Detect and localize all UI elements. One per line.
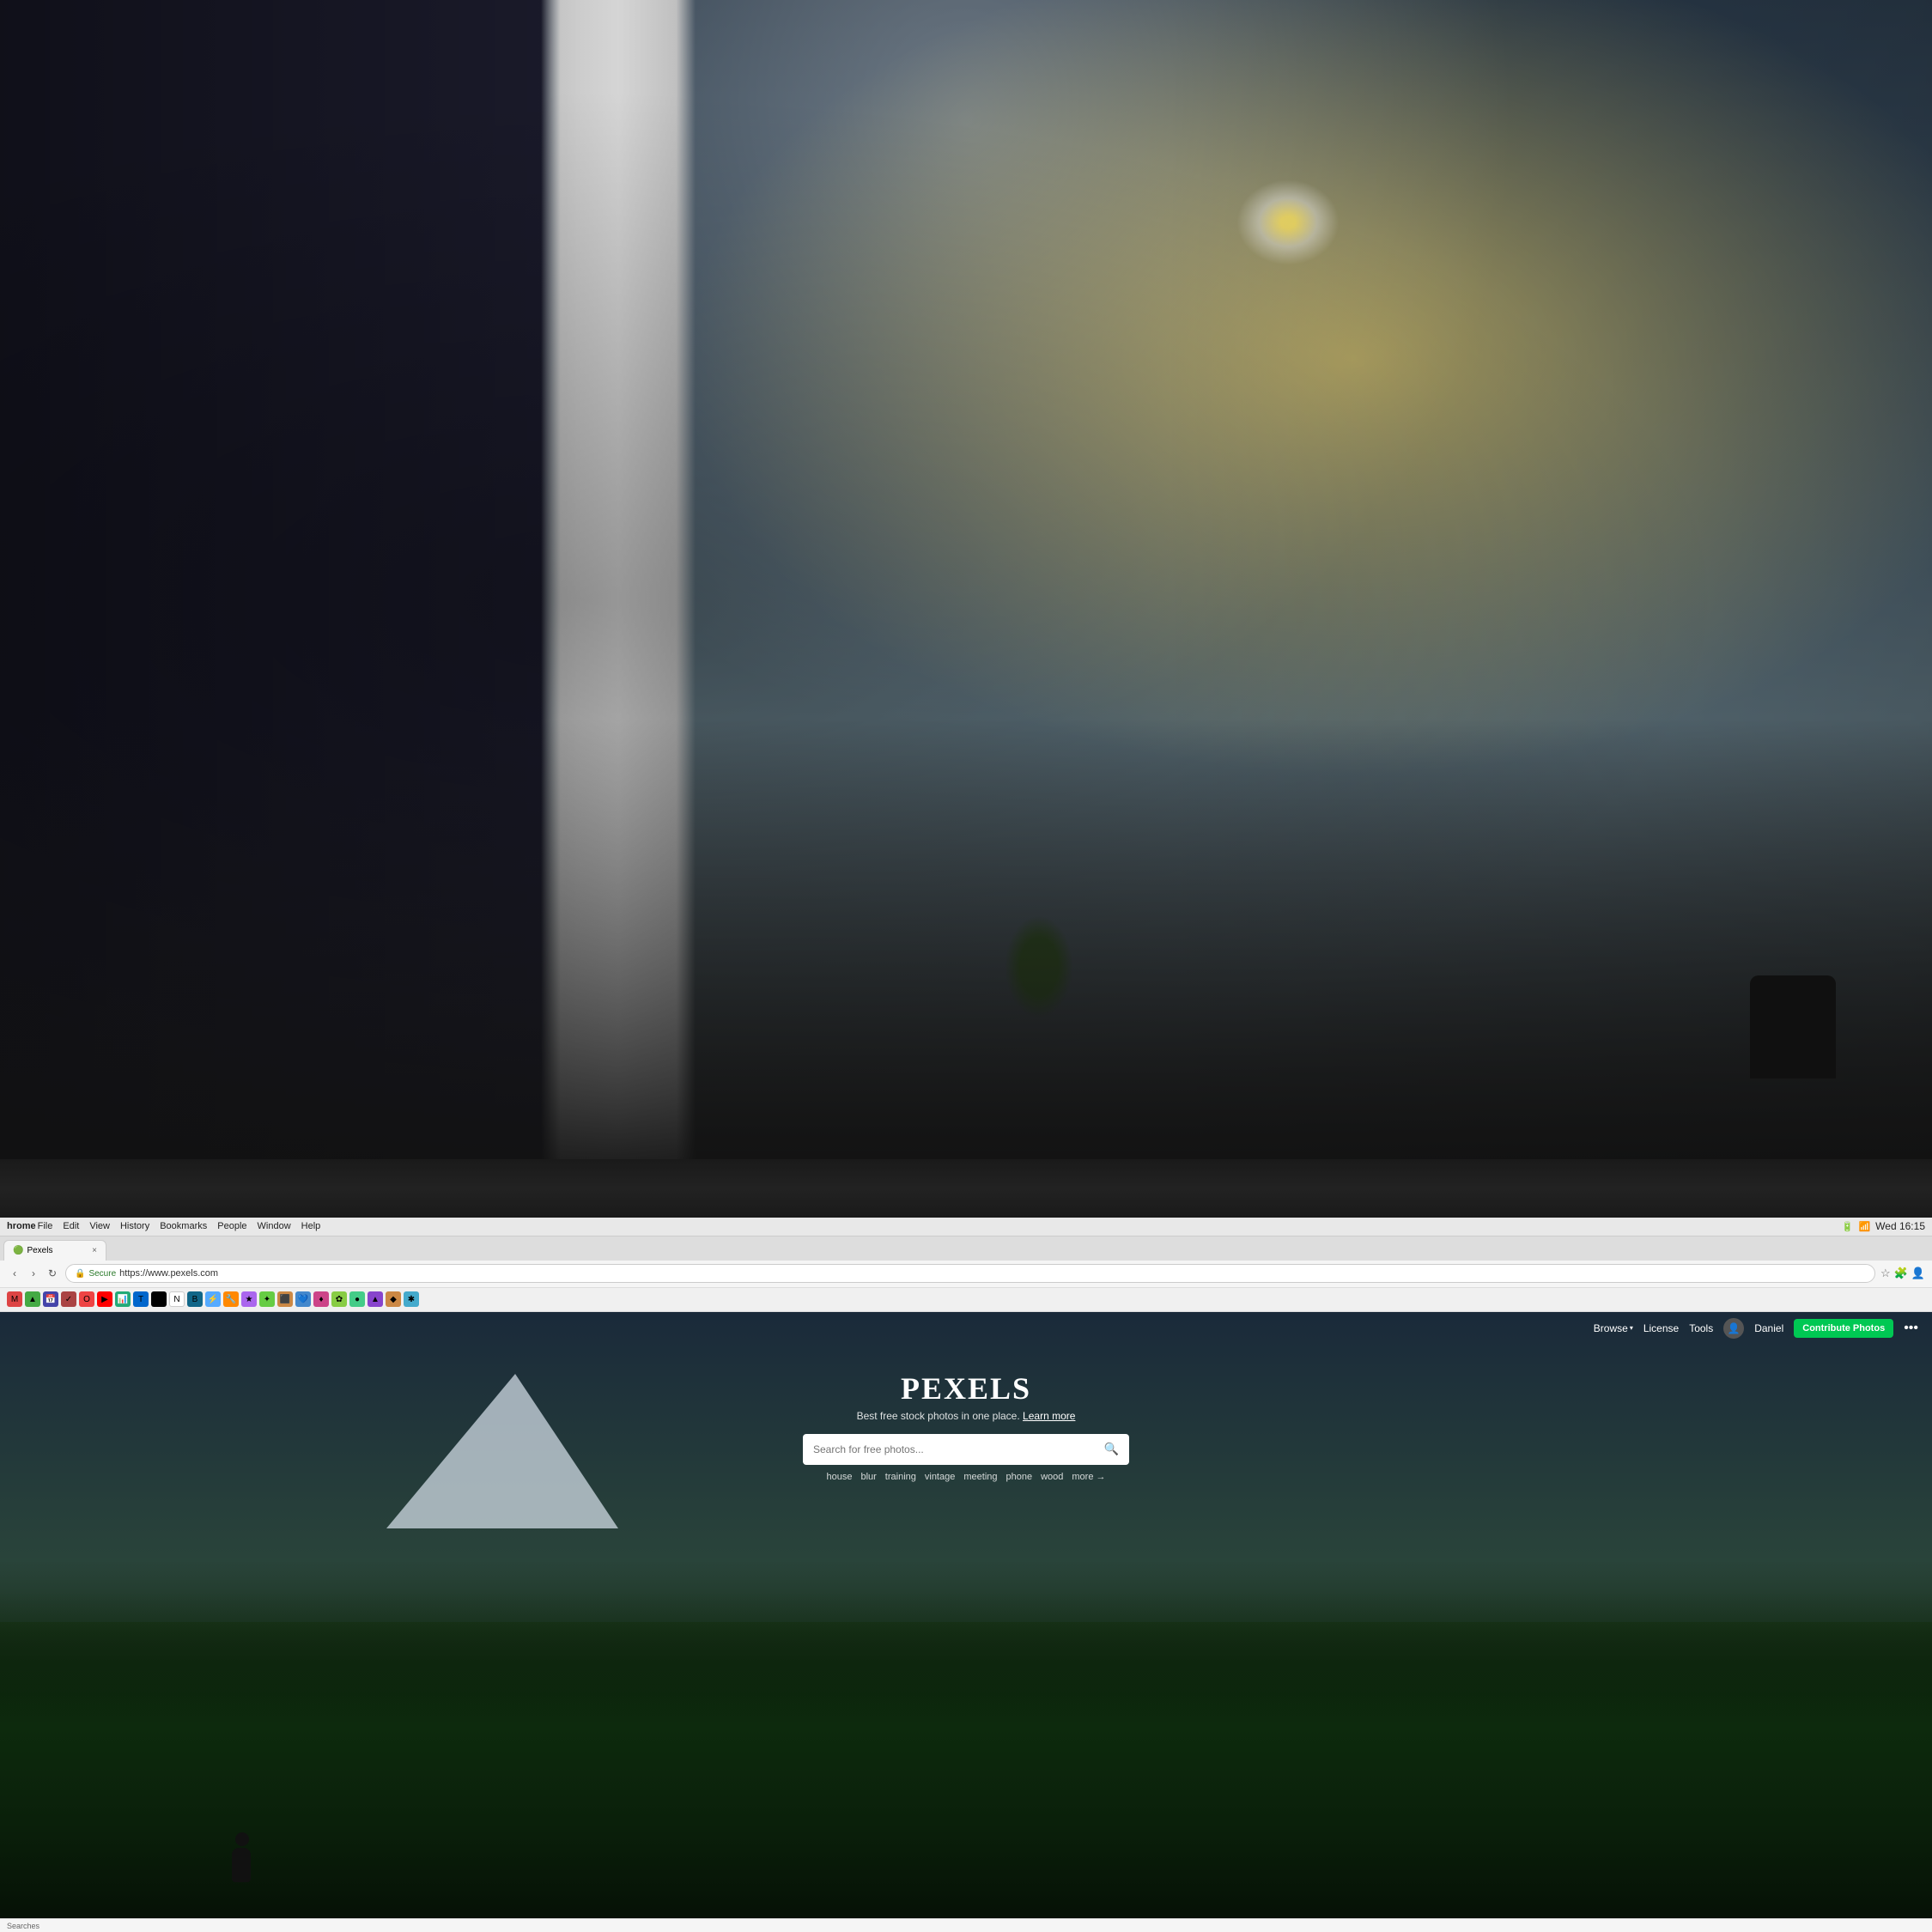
person-head	[235, 1832, 249, 1846]
search-tag-training[interactable]: training	[885, 1472, 916, 1482]
tab-favicon: 🟢	[13, 1246, 23, 1255]
search-tag-phone[interactable]: phone	[1006, 1472, 1033, 1482]
dark-forest	[0, 1591, 1932, 1932]
menu-history[interactable]: History	[120, 1221, 149, 1231]
clock: Wed 16:15	[1875, 1220, 1925, 1232]
nav-tools[interactable]: Tools	[1689, 1322, 1713, 1334]
search-tag-house[interactable]: house	[826, 1472, 852, 1482]
user-name: Daniel	[1754, 1322, 1783, 1334]
ext-misc4[interactable]: ✦	[259, 1291, 275, 1307]
site-subtitle: Best free stock photos in one place. Lea…	[857, 1410, 1076, 1422]
nav-icons: ‹ › ↻	[7, 1266, 60, 1281]
menu-file[interactable]: File	[38, 1221, 53, 1231]
website-nav: Browse ▾ License Tools 👤 Daniel Contribu…	[0, 1312, 1932, 1345]
ext-trello[interactable]: T	[133, 1291, 149, 1307]
site-title: PEXELS	[901, 1370, 1031, 1406]
ext-opera[interactable]: O	[79, 1291, 94, 1307]
menu-edit[interactable]: Edit	[63, 1221, 79, 1231]
refresh-button[interactable]: ↻	[45, 1266, 60, 1281]
person-silhouette	[232, 1832, 251, 1882]
search-icon: 🔍	[1104, 1442, 1119, 1456]
photo-overlay	[0, 0, 1932, 1198]
ext-misc2[interactable]: 🔧	[223, 1291, 239, 1307]
person-body	[232, 1848, 251, 1882]
status-text: Searches	[7, 1922, 39, 1930]
tab-title: Pexels	[27, 1246, 52, 1255]
wifi-icon: 📶	[1858, 1221, 1870, 1232]
ext-misc7[interactable]: ♦	[313, 1291, 329, 1307]
search-input[interactable]	[813, 1443, 1097, 1455]
ext-gmail[interactable]: M	[7, 1291, 22, 1307]
search-tag-blur[interactable]: blur	[860, 1472, 876, 1482]
extensions-bar: M ▲ 📅 ✓ O ▶ 📊 T M N B ⚡ 🔧 ★ ✦ ⬛ 💙 ♦ ✿ ● …	[0, 1288, 1932, 1312]
back-button[interactable]: ‹	[7, 1266, 22, 1281]
search-more-button[interactable]: more →	[1072, 1472, 1105, 1482]
search-tag-wood[interactable]: wood	[1041, 1472, 1063, 1482]
tab-close-button[interactable]: ×	[92, 1246, 97, 1255]
website-content: Browse ▾ License Tools 👤 Daniel Contribu…	[0, 1312, 1932, 1932]
website-hero: PEXELS Best free stock photos in one pla…	[0, 1345, 1932, 1482]
ext-sheets[interactable]: 📊	[115, 1291, 131, 1307]
ext-buffer[interactable]: B	[187, 1291, 203, 1307]
status-bar: Searches	[0, 1918, 1932, 1932]
secure-label: Secure	[88, 1269, 116, 1279]
menu-view[interactable]: View	[89, 1221, 110, 1231]
nav-license[interactable]: License	[1643, 1322, 1679, 1334]
ext-misc8[interactable]: ✿	[331, 1291, 347, 1307]
avatar[interactable]: 👤	[1723, 1318, 1744, 1339]
contribute-photos-button[interactable]: Contribute Photos	[1794, 1319, 1893, 1338]
search-tags: house blur training vintage meeting phon…	[826, 1472, 1105, 1482]
menu-help[interactable]: Help	[301, 1221, 321, 1231]
ext-misc1[interactable]: ⚡	[205, 1291, 221, 1307]
photo-background	[0, 0, 1932, 1198]
search-tag-vintage[interactable]: vintage	[925, 1472, 955, 1482]
menu-window[interactable]: Window	[258, 1221, 291, 1231]
chevron-down-icon: ▾	[1630, 1324, 1633, 1332]
menu-people[interactable]: People	[217, 1221, 246, 1231]
search-tag-meeting[interactable]: meeting	[963, 1472, 997, 1482]
plant-silhouette	[1005, 915, 1073, 1018]
nav-browse[interactable]: Browse ▾	[1594, 1322, 1633, 1334]
more-options-button[interactable]: •••	[1904, 1321, 1918, 1336]
menu-items: File Edit View History Bookmarks People …	[38, 1221, 321, 1231]
extensions-icon[interactable]: 🧩	[1894, 1267, 1908, 1280]
chair-silhouette	[1750, 975, 1836, 1078]
ext-misc5[interactable]: ⬛	[277, 1291, 293, 1307]
ext-medium[interactable]: M	[151, 1291, 167, 1307]
laptop-bezel	[0, 1159, 1932, 1218]
learn-more-link[interactable]: Learn more	[1023, 1410, 1075, 1422]
ext-misc11[interactable]: ◆	[386, 1291, 401, 1307]
ext-todo[interactable]: ✓	[61, 1291, 76, 1307]
ext-misc10[interactable]: ▲	[368, 1291, 383, 1307]
url-text: https://www.pexels.com	[119, 1268, 218, 1279]
profile-icon[interactable]: 👤	[1911, 1267, 1925, 1280]
ext-misc3[interactable]: ★	[241, 1291, 257, 1307]
secure-icon: 🔒	[75, 1269, 85, 1279]
menu-bookmarks[interactable]: Bookmarks	[160, 1221, 207, 1231]
mac-menubar: hrome File Edit View History Bookmarks P…	[0, 1218, 1932, 1236]
active-tab[interactable]: 🟢 Pexels ×	[3, 1240, 106, 1261]
bookmark-icons: ☆ 🧩 👤	[1880, 1267, 1925, 1280]
mac-menubar-right: 🔋 📶 Wed 16:15	[1842, 1220, 1925, 1232]
ext-calendar[interactable]: 📅	[43, 1291, 58, 1307]
bookmark-star[interactable]: ☆	[1880, 1267, 1891, 1280]
battery-icon: 🔋	[1842, 1221, 1854, 1232]
address-bar: ‹ › ↻ 🔒 Secure https://www.pexels.com ☆ …	[0, 1261, 1932, 1288]
browser-area: hrome File Edit View History Bookmarks P…	[0, 1218, 1932, 1932]
ext-youtube[interactable]: ▶	[97, 1291, 112, 1307]
ext-drive[interactable]: ▲	[25, 1291, 40, 1307]
ext-misc9[interactable]: ●	[349, 1291, 365, 1307]
ext-misc6[interactable]: 💙	[295, 1291, 311, 1307]
forward-button[interactable]: ›	[26, 1266, 41, 1281]
tabs-bar: 🟢 Pexels ×	[0, 1236, 1932, 1261]
app-name: hrome	[7, 1221, 36, 1231]
url-bar[interactable]: 🔒 Secure https://www.pexels.com	[65, 1264, 1875, 1283]
ext-notion[interactable]: N	[169, 1291, 185, 1307]
ext-misc12[interactable]: ✱	[404, 1291, 419, 1307]
search-bar: 🔍	[803, 1434, 1129, 1465]
